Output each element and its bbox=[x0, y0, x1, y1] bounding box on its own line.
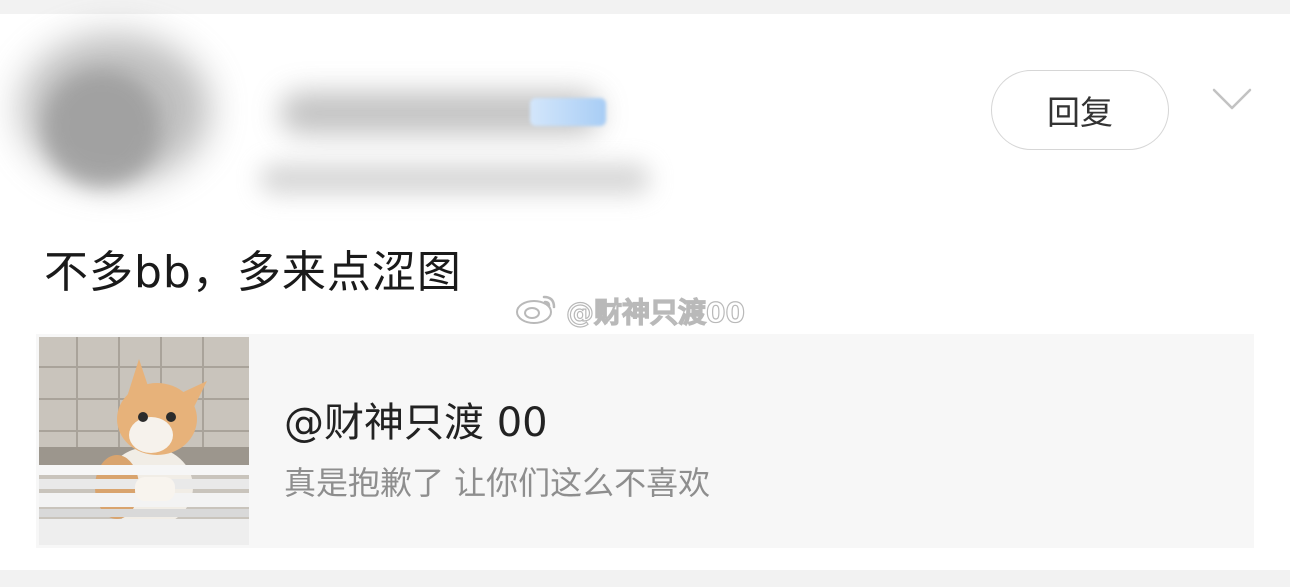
watermark: @财神只渡00 bbox=[514, 291, 746, 332]
chevron-down-icon[interactable] bbox=[1210, 80, 1254, 120]
quoted-post-text: 真是抱歉了 让你们这么不喜欢 bbox=[284, 464, 711, 502]
quoted-post-author[interactable]: @财神只渡 00 bbox=[284, 390, 548, 448]
comment-meta-blurred bbox=[260, 164, 650, 194]
reply-button-label: 回复 bbox=[1047, 93, 1113, 132]
watermark-text: @财神只渡00 bbox=[565, 295, 745, 329]
weibo-logo-icon bbox=[514, 291, 560, 332]
quoted-post[interactable]: @财神只渡 00 真是抱歉了 让你们这么不喜欢 bbox=[36, 334, 1254, 548]
reply-button[interactable]: 回复 bbox=[991, 70, 1169, 150]
fan-badge bbox=[530, 98, 606, 126]
comment-text: 不多bb，多来点涩图 bbox=[44, 247, 462, 298]
cat-photo[interactable] bbox=[39, 337, 249, 545]
avatar[interactable] bbox=[44, 70, 160, 186]
comment-card: 回复 不多bb，多来点涩图 @财神只渡00 @财神只渡 00 真是抱歉了 让你们… bbox=[0, 14, 1290, 570]
